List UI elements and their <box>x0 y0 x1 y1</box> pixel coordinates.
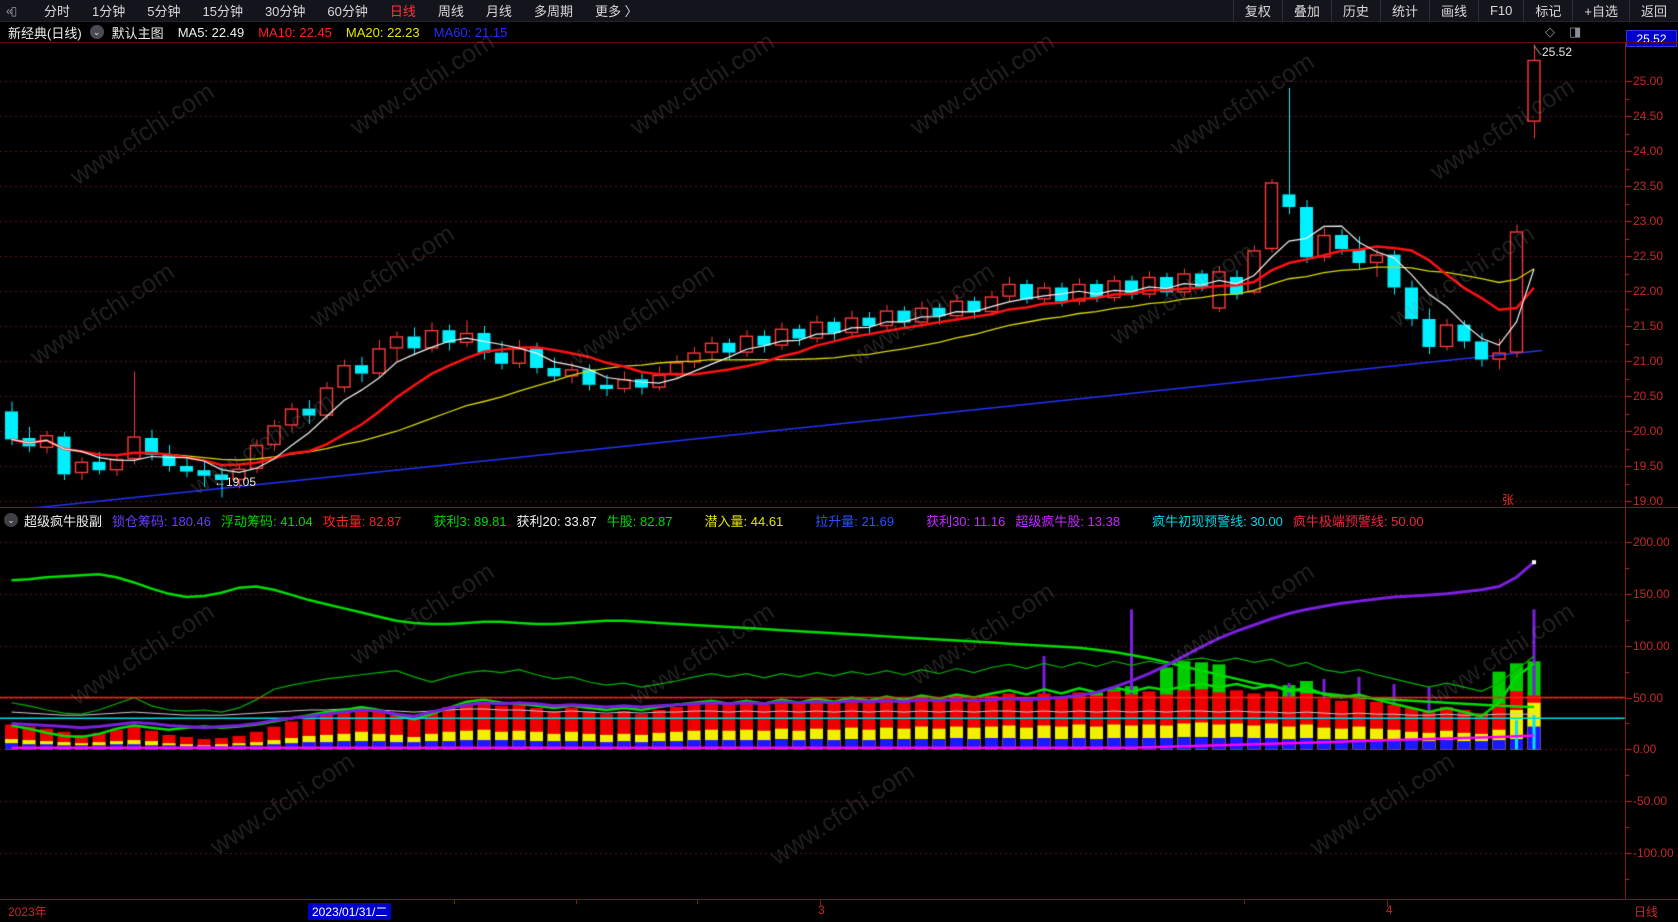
period-tab[interactable]: 30分钟 <box>265 1 305 20</box>
toolbar: «▯ 分时 1分钟 5分钟 15分钟 30分钟 60分钟 日线 周线 月线 多周期 更多 〉 复权叠… <box>0 0 1678 22</box>
period-tab[interactable]: 15分钟 <box>202 1 242 20</box>
indicator-value-label: 浮动筹码: 41.04 <box>221 513 313 529</box>
price-axis-label: 22.00 <box>1633 284 1664 298</box>
axis-year-label: 2023年 <box>8 905 47 919</box>
price-axis-label: 21.00 <box>1633 354 1664 368</box>
indicator-axis-label: 50.00 <box>1633 690 1664 705</box>
date-axis-tick <box>820 900 821 907</box>
toolbar-actions: 复权 叠加 历史 统计 画线 F10 标记 +自选 返回 <box>1232 0 1678 22</box>
window-toggle-icon[interactable]: «▯ <box>6 4 28 18</box>
toolbar-button[interactable]: +自选 <box>1572 0 1629 22</box>
indicator-value-label: 拉升量: 21.69 <box>815 513 895 529</box>
indicator-name: 超级疯牛股副 <box>24 513 103 529</box>
info-bar: 新经典(日线) ⌄ 默认主图 MA5: 22.49 MA10: 22.45 MA20… <box>0 22 1678 42</box>
toolbar-button[interactable]: 叠加 <box>1281 0 1331 22</box>
rise-indicator-label: 张 <box>1502 493 1515 507</box>
price-axis-label: 24.00 <box>1633 144 1664 158</box>
indicator-axis-label: 0.00 <box>1633 742 1657 757</box>
indicator-value-label: 获利3: 89.81 <box>433 513 507 529</box>
period-tabs: 分时 1分钟 5分钟 15分钟 30分钟 60分钟 日线 周线 月线 多周期 更多 〉 <box>44 1 638 20</box>
candlestick-canvas[interactable] <box>0 43 1678 508</box>
ma-label: MA5: 22.49 <box>177 24 245 40</box>
indicator-value-label: 疯牛初现预警线: 30.00 <box>1152 513 1283 529</box>
indicator-axis-label: 100.00 <box>1633 638 1670 653</box>
main-chart-panel: 25.00 24.50 24.00 23.50 23.00 22.50 22.00 21.50… <box>0 42 1678 508</box>
axis-period-label: 日线 <box>1634 905 1659 919</box>
indicator-panel: ⌄ 超级疯牛股副 锁仓筹码: 180.46 浮动筹码: 41.04 攻击量: 82.… <box>0 507 1678 900</box>
chevron-down-icon[interactable]: ⌄ <box>4 513 18 527</box>
indicator-value-label: 获利30: 11.16 <box>926 513 1006 529</box>
toolbar-button[interactable]: 复权 <box>1232 0 1282 22</box>
indicator-axis-label: -100.00 <box>1633 846 1674 861</box>
price-axis-label: 24.50 <box>1633 109 1664 123</box>
price-axis-label: 23.00 <box>1633 214 1664 228</box>
chart-title: 新经典(日线) <box>8 25 82 41</box>
ma-label: MA10: 22.45 <box>258 24 332 40</box>
toolbar-button[interactable]: 历史 <box>1330 0 1380 22</box>
indicator-value-label: 潜入量: 44.61 <box>704 513 784 529</box>
period-tab[interactable]: 1分钟 <box>92 1 125 20</box>
indicator-axis-label: 150.00 <box>1633 586 1670 601</box>
indicator-axis-label: -50.00 <box>1633 794 1668 809</box>
period-tab[interactable]: 周线 <box>438 1 464 20</box>
period-tab[interactable]: 日线 <box>390 1 416 20</box>
indicator-header: ⌄ 超级疯牛股副 锁仓筹码: 180.46 浮动筹码: 41.04 攻击量: 82.… <box>0 510 1434 530</box>
axis-highlight-date: 2023/01/31/二 <box>308 903 392 920</box>
chevron-down-icon[interactable]: ⌄ <box>89 25 104 39</box>
date-axis-tick <box>697 900 698 904</box>
trading-app: «▯ 分时 1分钟 5分钟 15分钟 30分钟 60分钟 日线 周线 月线 多周期 更多 〉 复权叠… <box>0 0 1678 922</box>
date-axis-tick <box>454 900 455 904</box>
indicator-value-label: 获利20: 33.87 <box>516 513 597 529</box>
date-axis: 2023年 2023/01/31/二 3 4 日线 <box>0 899 1678 922</box>
ma-label: MA60: 21.15 <box>433 24 508 40</box>
pane-layout-icon[interactable]: ◨ <box>1569 24 1581 40</box>
period-tab[interactable]: 月线 <box>486 1 512 20</box>
indicator-value-label: 锁仓筹码: 180.46 <box>112 513 212 529</box>
layout-label[interactable]: 默认主图 <box>112 23 164 42</box>
price-axis-label: 23.50 <box>1633 179 1664 193</box>
period-tab[interactable]: 多周期 <box>534 1 573 20</box>
price-axis-label: 22.50 <box>1633 249 1664 263</box>
date-axis-tick <box>576 900 577 904</box>
price-axis-label: 25.00 <box>1633 74 1664 88</box>
period-tab[interactable]: 更多 〉 <box>595 1 638 20</box>
indicator-canvas[interactable] <box>0 508 1678 900</box>
price-axis-label: 21.50 <box>1633 319 1664 333</box>
price-axis-label: 20.50 <box>1633 389 1664 403</box>
period-tab[interactable]: 5分钟 <box>147 1 180 20</box>
toolbar-button[interactable]: 统计 <box>1379 0 1429 22</box>
period-tab[interactable]: 分时 <box>44 1 70 20</box>
indicator-value-label: 疯牛极端预警线: 50.00 <box>1292 513 1424 529</box>
favorite-diamond-icon[interactable]: ◇ <box>1545 24 1555 40</box>
price-axis-divider <box>1625 42 1626 922</box>
low-price-annotation: ←19.05 <box>214 475 257 489</box>
toolbar-button[interactable]: 画线 <box>1428 0 1478 22</box>
indicator-value-label: 牛股: 82.87 <box>606 513 673 529</box>
toolbar-button[interactable]: 标记 <box>1523 0 1572 22</box>
axis-month-label: 3 <box>818 903 825 917</box>
date-axis-tick <box>1387 900 1388 907</box>
price-axis-label: 19.50 <box>1633 459 1664 473</box>
toolbar-button[interactable]: F10 <box>1477 0 1523 22</box>
indicator-axis-label: 200.00 <box>1633 535 1670 549</box>
date-axis-tick <box>1244 900 1245 904</box>
toolbar-button[interactable]: 返回 <box>1628 0 1678 22</box>
ma-label: MA20: 22.23 <box>345 24 420 40</box>
period-tab[interactable]: 60分钟 <box>327 1 367 20</box>
price-axis-label: 20.00 <box>1633 424 1664 438</box>
indicator-value-label: 超级疯牛股: 13.38 <box>1015 513 1121 529</box>
indicator-value-label: 攻击量: 82.87 <box>322 513 402 529</box>
high-price-annotation: 25.52 <box>1542 45 1573 59</box>
